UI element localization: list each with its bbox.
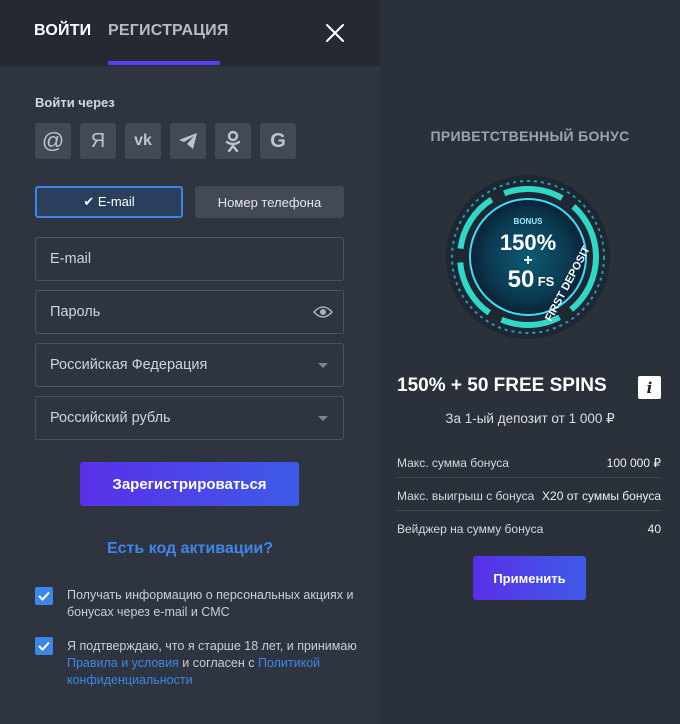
- email-placeholder: E-mail: [50, 251, 92, 267]
- svg-text:BONUS: BONUS: [514, 217, 544, 226]
- tab-login[interactable]: ВОЙТИ: [34, 22, 91, 40]
- svg-text:FS: FS: [538, 274, 555, 289]
- bonus-headline: 150% + 50 FREE SPINS: [397, 375, 607, 396]
- rules-link[interactable]: Правила и условия: [67, 656, 179, 670]
- age-consent-text: Я подтверждаю, что я старше 18 лет, и пр…: [67, 639, 357, 687]
- divider: [397, 477, 661, 478]
- bonus-badge: BONUS 150% + 50 FS FIRST DEPOSIT: [446, 175, 610, 339]
- tab-register[interactable]: РЕГИСТРАЦИЯ: [108, 22, 229, 40]
- registration-panel: ВОЙТИ РЕГИСТРАЦИЯ Войти через @ Я vk G ✔…: [0, 0, 380, 724]
- register-button[interactable]: Зарегистрироваться: [80, 462, 299, 506]
- bonus-row: Вейджер на сумму бонуса 40: [397, 522, 661, 536]
- country-select[interactable]: Российская Федерация: [35, 343, 344, 387]
- newsletter-consent-text: Получать информацию о персональных акция…: [67, 588, 354, 619]
- vk-icon[interactable]: vk: [125, 123, 161, 159]
- at-sign-icon[interactable]: @: [35, 123, 71, 159]
- currency-select[interactable]: Российский рубль: [35, 396, 344, 440]
- method-phone-button[interactable]: Номер телефона: [195, 186, 344, 218]
- currency-value: Российский рубль: [50, 410, 171, 426]
- eye-icon[interactable]: [312, 305, 334, 319]
- method-email-button[interactable]: ✔ E-mail: [35, 186, 183, 218]
- country-value: Российская Федерация: [50, 357, 208, 373]
- email-field[interactable]: E-mail: [35, 237, 344, 281]
- activation-code-link[interactable]: Есть код активации?: [0, 540, 380, 558]
- svg-text:50: 50: [508, 266, 535, 293]
- social-login-row: @ Я vk G: [35, 123, 296, 159]
- login-via-label: Войти через: [35, 95, 115, 110]
- apply-bonus-button[interactable]: Применить: [473, 556, 586, 600]
- auth-tabs: ВОЙТИ РЕГИСТРАЦИЯ: [0, 0, 380, 66]
- odnoklassniki-icon[interactable]: [215, 123, 251, 159]
- password-field[interactable]: Пароль: [35, 290, 344, 334]
- yandex-icon[interactable]: Я: [80, 123, 116, 159]
- check-icon: [38, 591, 50, 601]
- bonus-row: Макс. сумма бонуса 100 000 ₽: [397, 456, 661, 470]
- google-icon[interactable]: G: [260, 123, 296, 159]
- check-icon: [38, 641, 50, 651]
- divider: [397, 510, 661, 511]
- active-tab-indicator: [108, 61, 220, 65]
- chevron-down-icon: [318, 363, 328, 368]
- info-icon[interactable]: i: [638, 376, 661, 399]
- password-placeholder: Пароль: [50, 304, 101, 320]
- bonus-row: Макс. выигрыш с бонуса X20 от суммы бонус…: [397, 489, 661, 503]
- newsletter-checkbox[interactable]: [35, 587, 53, 605]
- bonus-panel: ПРИВЕТСТВЕННЫЙ БОНУС BONUS 150% + 50 FS …: [380, 0, 680, 724]
- age-confirm-checkbox[interactable]: [35, 637, 53, 655]
- telegram-icon[interactable]: [170, 123, 206, 159]
- chevron-down-icon: [318, 416, 328, 421]
- close-icon[interactable]: [324, 22, 346, 44]
- bonus-subline: За 1-ый депозит от 1 000 ₽: [445, 411, 615, 426]
- bonus-title: ПРИВЕТСТВЕННЫЙ БОНУС: [430, 128, 630, 144]
